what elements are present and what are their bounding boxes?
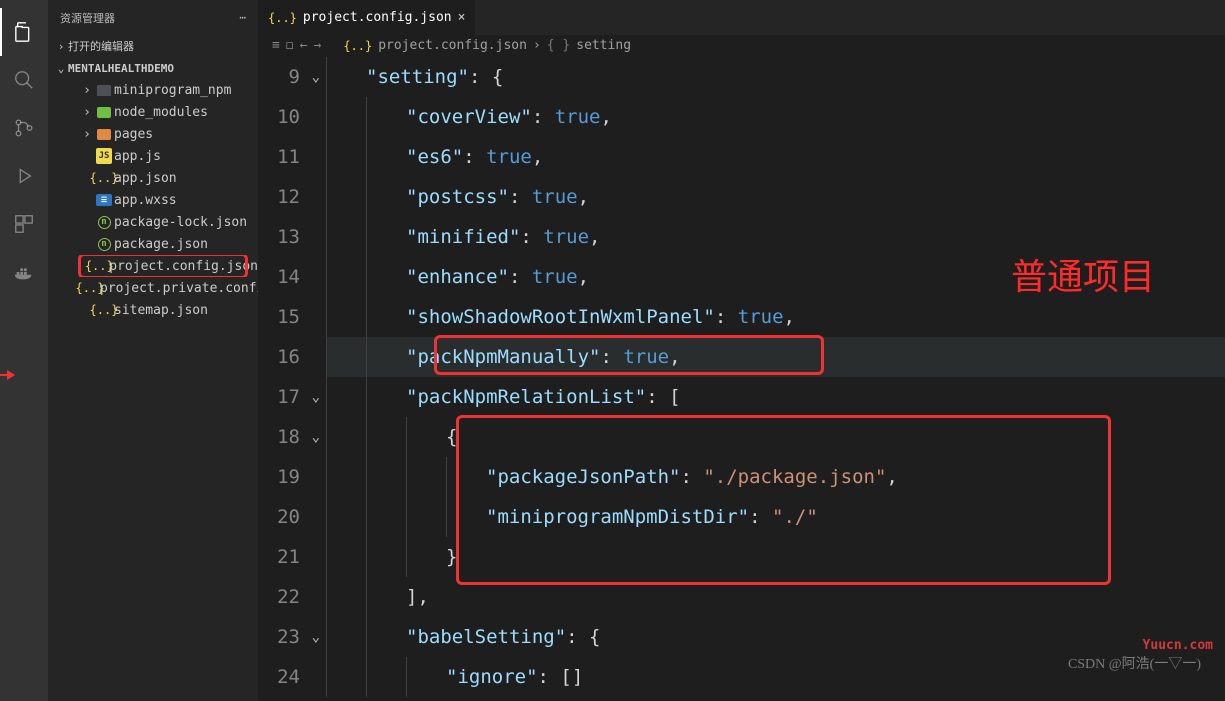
file-pages[interactable]: ›pages [48,123,258,145]
watermark-csdn: CSDN @阿浩(一▽一) [1068,653,1201,673]
editor: {..} project.config.json × ≡ ◻ ← → {..} … [258,0,1225,701]
watermark-yuucn: Yuucn.com [1143,638,1213,653]
breadcrumb-file[interactable]: project.config.json [378,38,527,53]
arrow-annotation [0,374,14,376]
file-app-js[interactable]: JSapp.js [48,145,258,167]
breadcrumb[interactable]: ≡ ◻ ← → {..} project.config.json › { } s… [258,35,1225,57]
chevron-right-icon: › [54,40,68,53]
file-package-lock-json[interactable]: npackage-lock.json [48,211,258,233]
file-app-wxss[interactable]: ☰app.wxss [48,189,258,211]
extensions-icon[interactable] [0,200,48,248]
activity-bar [0,0,48,701]
file-miniprogram_npm[interactable]: ›miniprogram_npm [48,79,258,101]
list-icon[interactable]: ≡ [272,38,280,53]
code-body[interactable]: "setting": {"coverView": true,"es6": tru… [326,57,1225,701]
file-project-private-config-js-[interactable]: {..}project.private.config.js... [48,277,258,299]
close-icon[interactable]: × [458,10,466,25]
file-sitemap-json[interactable]: {..}sitemap.json [48,299,258,321]
arrow-right-icon[interactable]: → [313,38,321,53]
tab-bar: {..} project.config.json × [258,0,1225,35]
chevron-right-icon: › [533,38,541,53]
line-gutter: 9⌄1011121314151617⌄18⌄1920212223⌄24 [258,57,326,701]
workspace-section[interactable]: ⌄ MENTALHEALTHDEMO [48,57,258,79]
docker-icon[interactable] [0,248,48,296]
file-project-config-json[interactable]: {..}project.config.json [48,255,258,277]
code-editor[interactable]: 9⌄1011121314151617⌄18⌄1920212223⌄24 "set… [258,57,1225,701]
braces-icon: { } [547,38,570,53]
sidebar: 资源管理器 ⋯ › 打开的编辑器 ⌄ MENTALHEALTHDEMO ›min… [48,0,258,701]
open-editors-section[interactable]: › 打开的编辑器 [48,35,258,57]
breadcrumb-symbol[interactable]: setting [576,38,631,53]
annotation-text: 普通项目 [1011,257,1155,297]
bookmark-icon[interactable]: ◻ [286,38,294,53]
tab-label: project.config.json [303,10,452,25]
file-package-json[interactable]: npackage.json [48,233,258,255]
json-icon: {..} [268,11,297,25]
arrow-left-icon[interactable]: ← [300,38,308,53]
file-tree: ›miniprogram_npm›node_modules›pagesJSapp… [48,79,258,701]
chevron-down-icon: ⌄ [54,62,68,75]
more-icon[interactable]: ⋯ [239,11,246,24]
debug-icon[interactable] [0,152,48,200]
tab-project-config[interactable]: {..} project.config.json × [258,0,476,35]
file-node_modules[interactable]: ›node_modules [48,101,258,123]
explorer-icon[interactable] [0,8,48,56]
json-icon: {..} [343,39,372,53]
file-app-json[interactable]: {..}app.json [48,167,258,189]
sidebar-title: 资源管理器 [60,10,115,26]
search-icon[interactable] [0,56,48,104]
source-control-icon[interactable] [0,104,48,152]
